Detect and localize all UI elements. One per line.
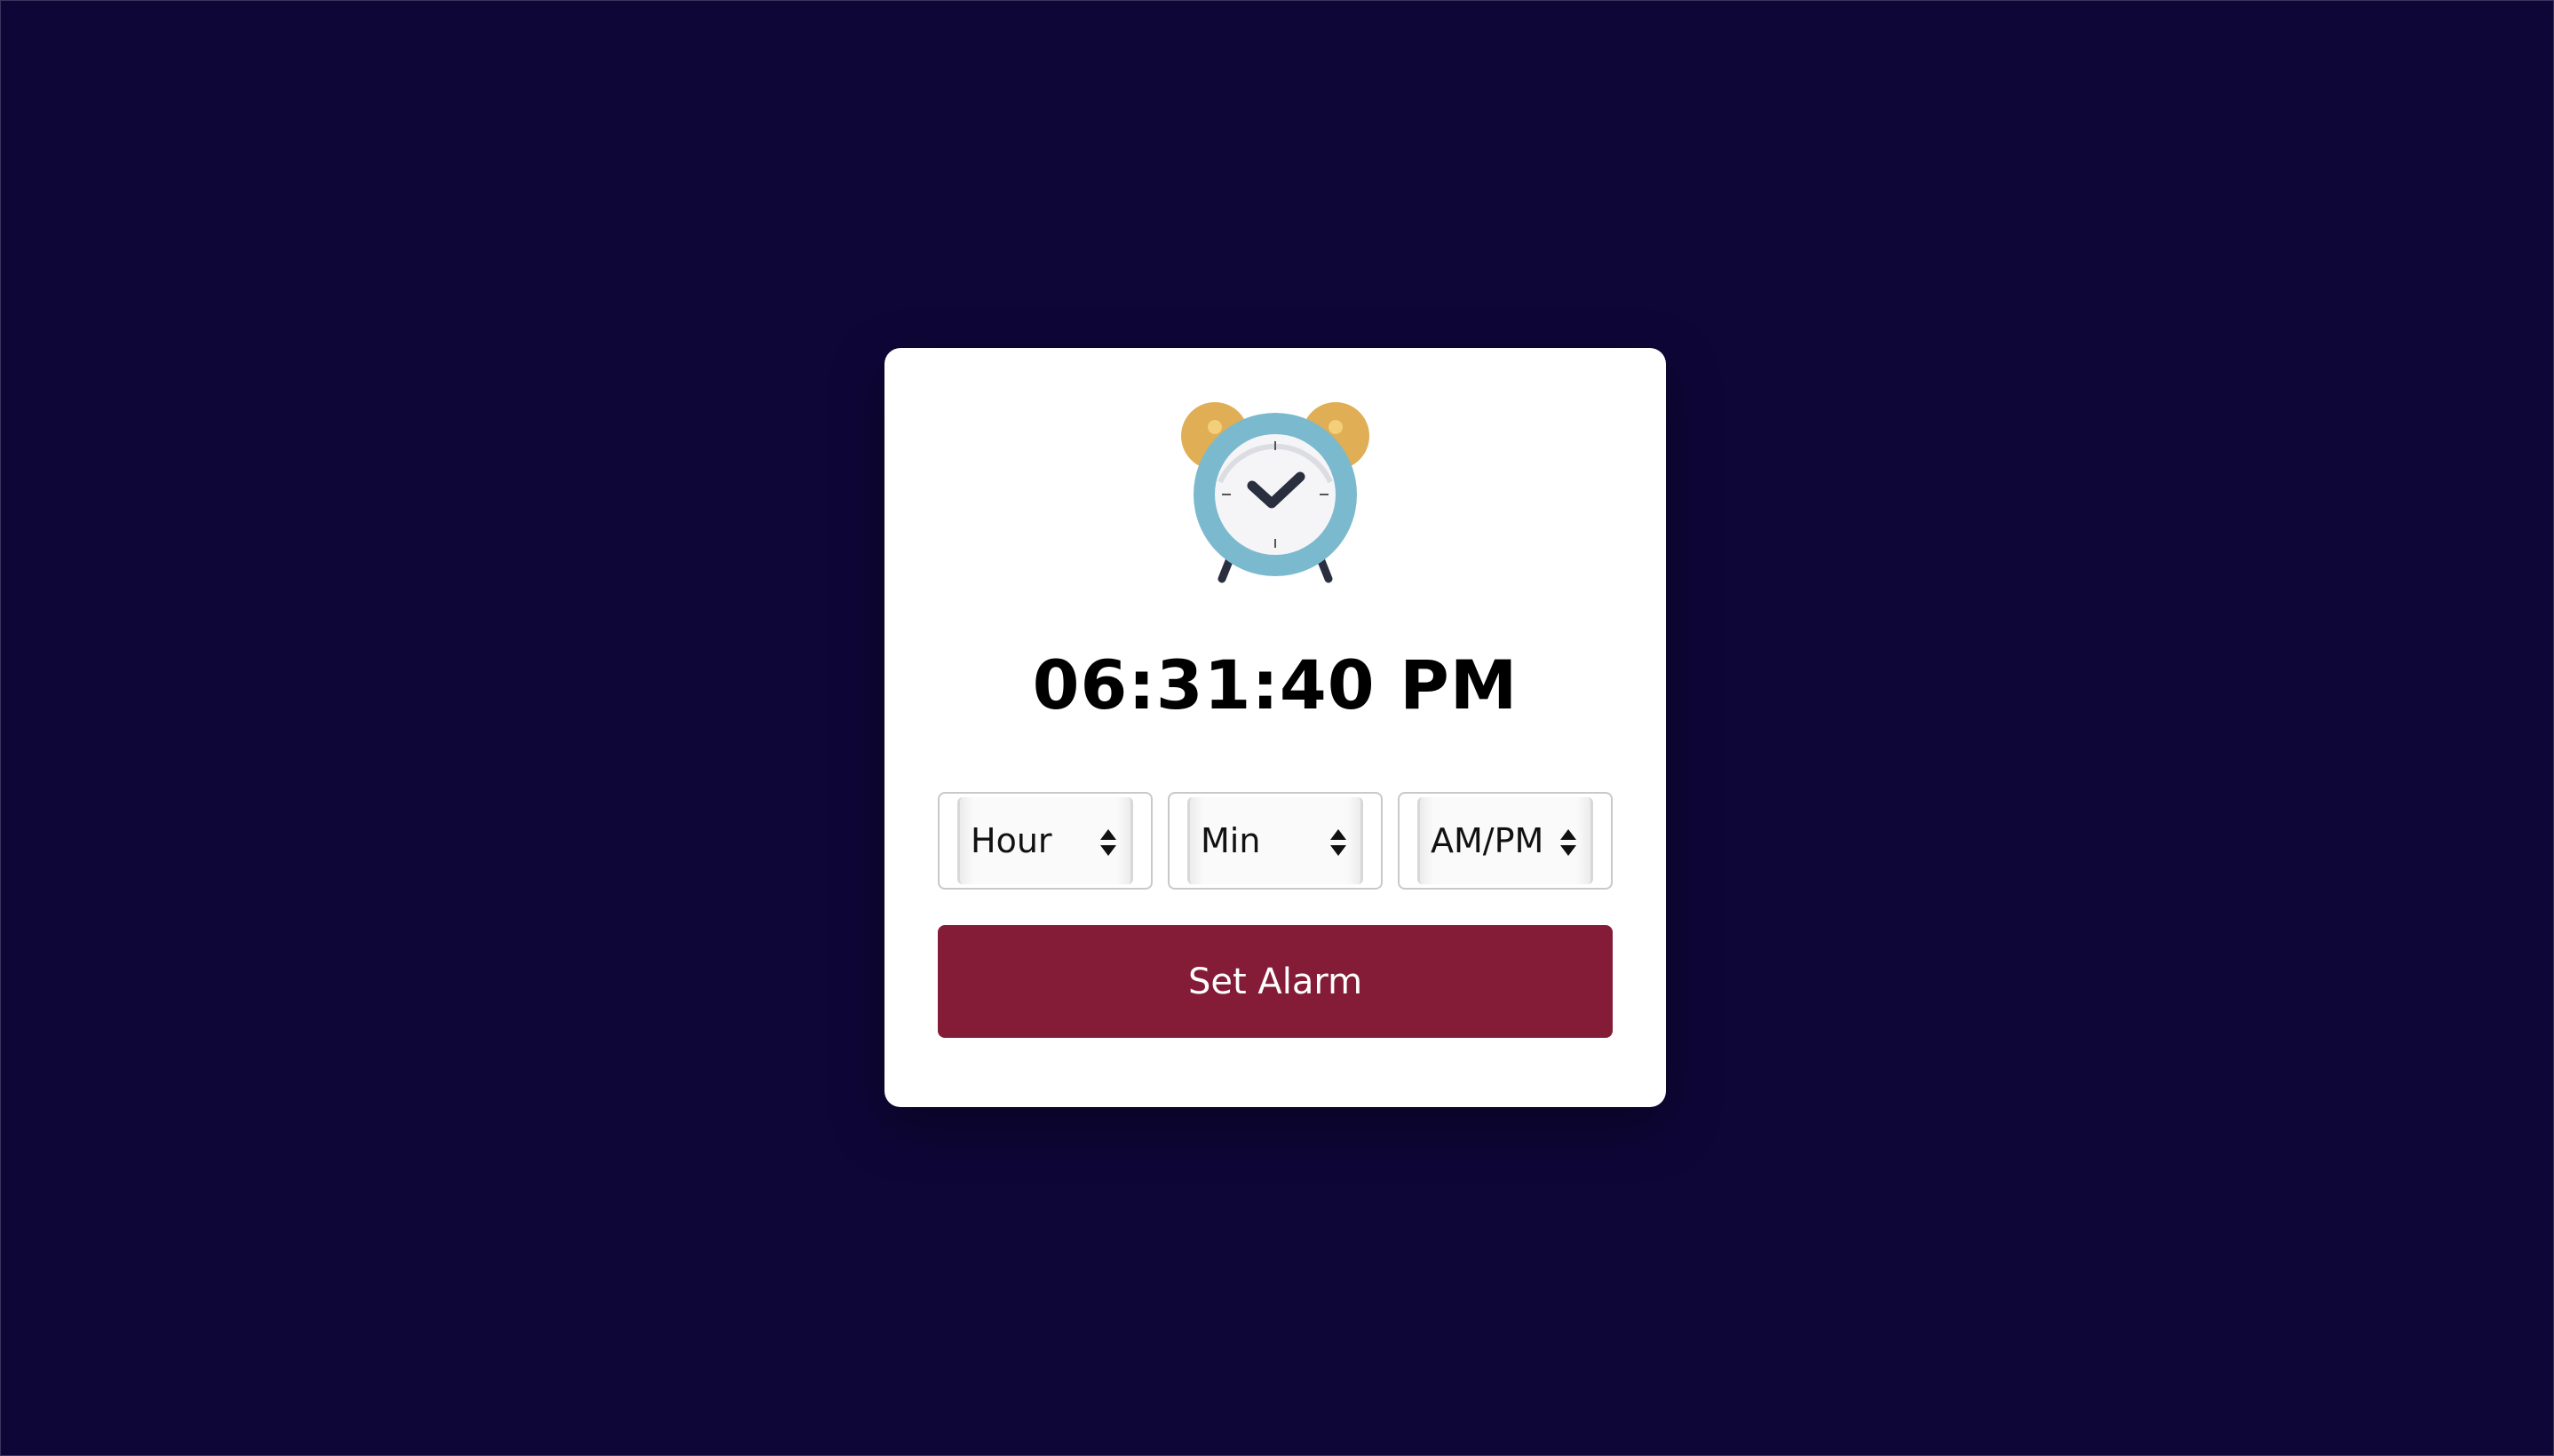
- updown-arrows-icon: [1100, 829, 1116, 856]
- current-time: 06:31:40 PM: [1032, 645, 1519, 724]
- updown-arrows-icon: [1330, 829, 1346, 856]
- time-selectors: Hour Min AM/PM: [938, 792, 1613, 890]
- alarm-clock-icon: [1181, 402, 1369, 583]
- minute-select-container: Min: [1168, 792, 1383, 890]
- hour-select[interactable]: Hour: [957, 797, 1133, 884]
- ampm-select-container: AM/PM: [1398, 792, 1613, 890]
- updown-arrows-icon: [1560, 829, 1576, 856]
- hour-select-container: Hour: [938, 792, 1153, 890]
- alarm-card: 06:31:40 PM Hour Min AM/PM Set Alarm: [884, 348, 1666, 1107]
- ampm-select-label: AM/PM: [1431, 821, 1544, 860]
- ampm-select[interactable]: AM/PM: [1417, 797, 1593, 884]
- set-alarm-button[interactable]: Set Alarm: [938, 925, 1613, 1038]
- hour-select-label: Hour: [971, 821, 1052, 860]
- minute-select-label: Min: [1201, 821, 1261, 860]
- minute-select[interactable]: Min: [1187, 797, 1363, 884]
